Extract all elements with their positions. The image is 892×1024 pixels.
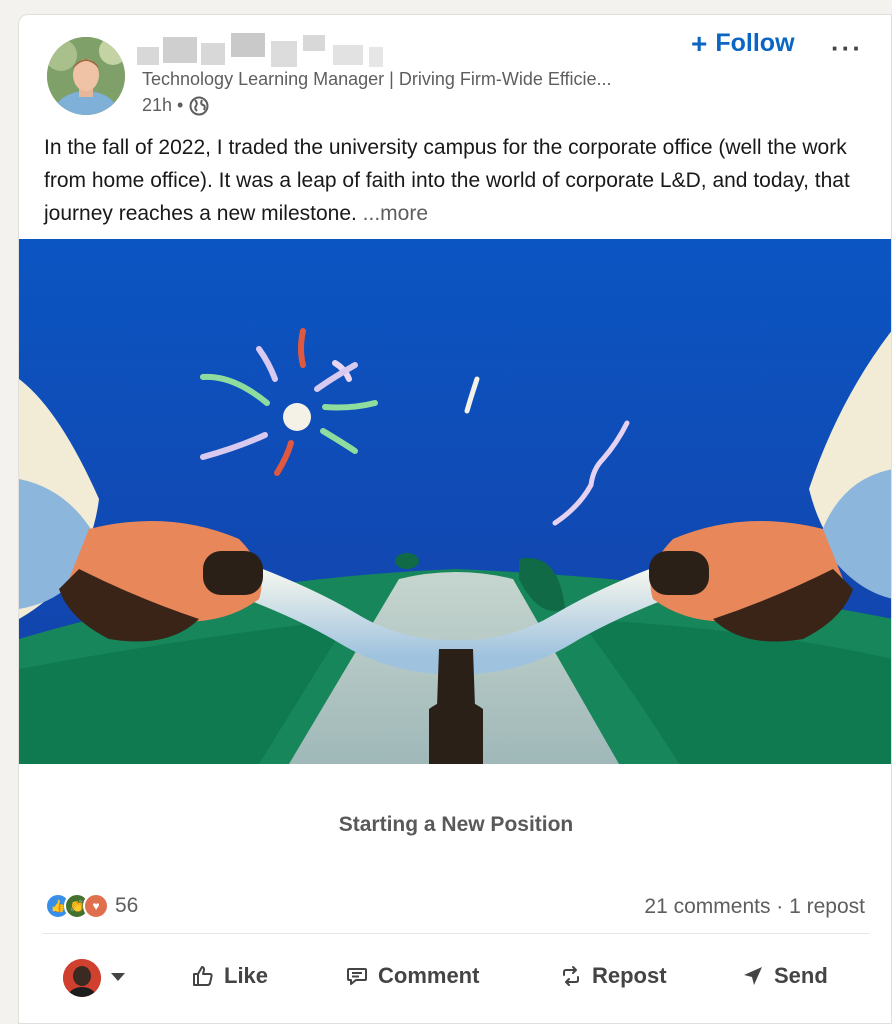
reaction-count: 56 [115,894,139,917]
plus-icon: + [691,27,708,59]
repost-label: Repost [592,963,667,988]
more-icon[interactable]: ··· [831,33,863,64]
comment-button[interactable]: Comment [345,963,479,989]
send-icon [744,967,762,985]
follow-button[interactable]: + Follow [691,29,795,58]
post-text: In the fall of 2022, I traded the univer… [44,136,850,225]
comment-icon [347,968,367,985]
divider [43,933,869,934]
feed-post-card: Technology Learning Manager | Driving Fi… [18,14,892,1024]
comment-label: Comment [378,963,480,988]
author-name-redacted[interactable] [137,33,397,67]
post-meta: 21h • [142,95,209,116]
repost-button[interactable]: Repost [559,963,667,989]
post-body: In the fall of 2022, I traded the univer… [44,131,874,230]
chevron-down-icon[interactable] [111,973,125,981]
post-image[interactable] [19,239,891,764]
send-button[interactable]: Send [741,963,828,989]
comments-reposts-count[interactable]: 21 comments · 1 repost [644,895,865,919]
send-label: Send [774,963,828,988]
like-button[interactable]: Like [191,963,268,989]
repost-icon [563,966,579,986]
actor-avatar[interactable] [63,959,101,997]
love-reaction-icon: ♥ [83,893,109,919]
reaction-icons: 👍 👏 ♥ [45,893,109,919]
author-headline: Technology Learning Manager | Driving Fi… [142,69,612,89]
reaction-summary[interactable]: 👍 👏 ♥ 56 [45,893,138,919]
image-caption: Starting a New Position [338,813,574,836]
post-time: 21h • [142,95,184,115]
like-icon [193,966,213,986]
like-label: Like [224,963,269,988]
follow-label: Follow [715,29,795,57]
see-more-link[interactable]: ...more [363,202,428,225]
globe-icon [189,96,209,115]
author-avatar[interactable] [47,37,125,115]
